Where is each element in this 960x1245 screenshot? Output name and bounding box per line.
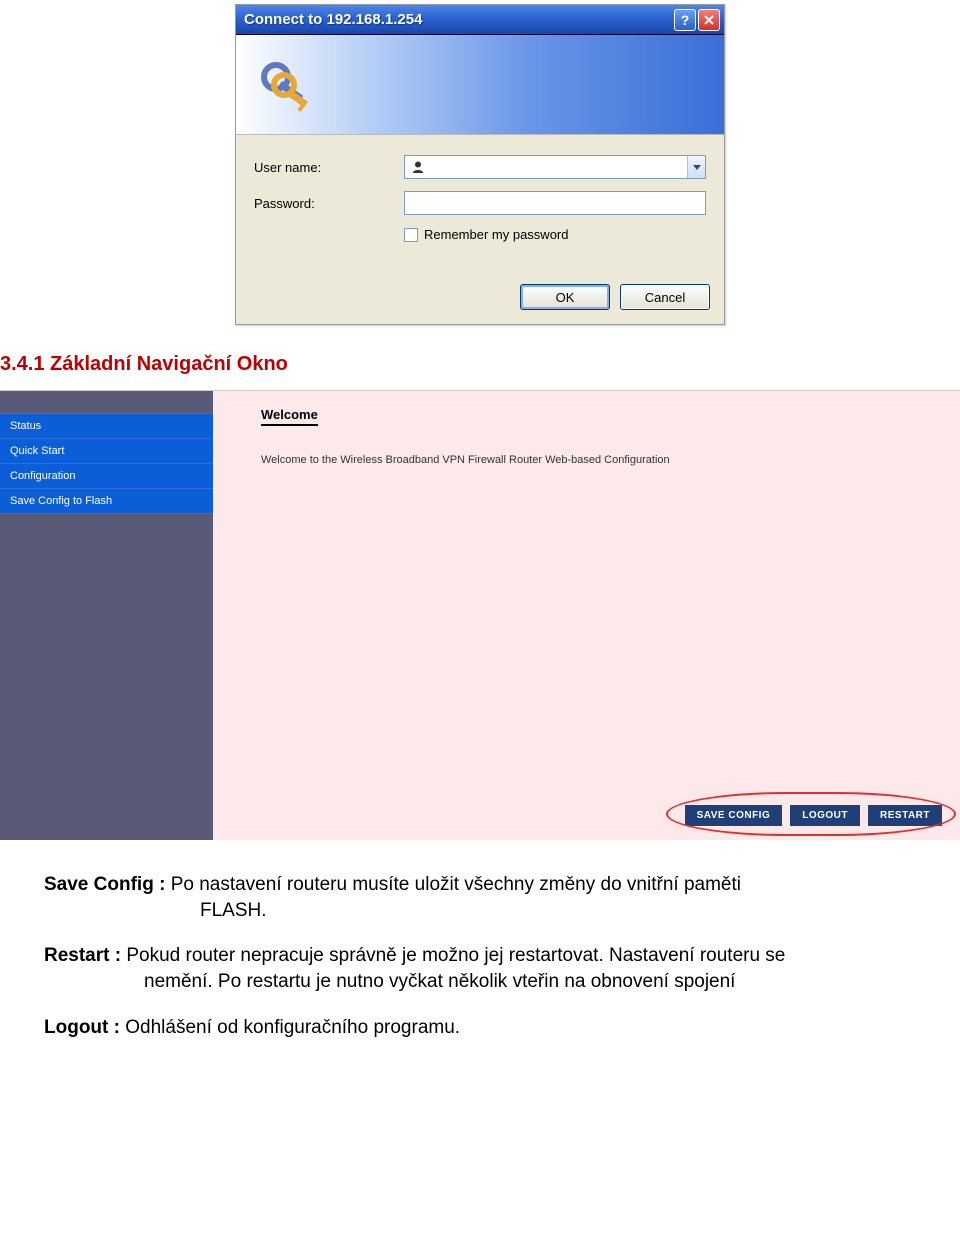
page-title: Welcome xyxy=(261,407,318,426)
user-icon xyxy=(409,158,427,176)
auth-dialog: Connect to 192.168.1.254 ? User name: xyxy=(235,4,725,325)
nav-item-quickstart[interactable]: Quick Start xyxy=(0,439,213,464)
close-button[interactable] xyxy=(698,9,720,31)
help-button[interactable]: ? xyxy=(674,9,696,31)
bottom-buttons: SAVE CONFIG LOGOUT RESTART xyxy=(685,805,942,826)
logout-label: Logout : xyxy=(44,1017,120,1038)
keys-icon xyxy=(256,55,316,115)
sidebar: Status Quick Start Configuration Save Co… xyxy=(0,391,213,840)
nav-item-configuration[interactable]: Configuration xyxy=(0,464,213,489)
close-icon xyxy=(703,14,715,26)
nav-item-saveconfig[interactable]: Save Config to Flash xyxy=(0,489,213,514)
nav-item-status[interactable]: Status xyxy=(0,413,213,439)
chevron-down-icon[interactable] xyxy=(687,156,705,178)
dialog-title: Connect to 192.168.1.254 xyxy=(244,11,672,28)
page-subtitle: Welcome to the Wireless Broadband VPN Fi… xyxy=(261,454,960,466)
save-config-button[interactable]: SAVE CONFIG xyxy=(685,805,783,826)
username-combo[interactable] xyxy=(404,155,706,179)
titlebar: Connect to 192.168.1.254 ? xyxy=(236,5,724,35)
logout-button[interactable]: LOGOUT xyxy=(790,805,860,826)
save-config-label: Save Config : xyxy=(44,874,165,895)
section-heading: 3.4.1 Základní Navigační Okno xyxy=(0,353,960,376)
remember-label: Remember my password xyxy=(424,227,569,242)
body-paragraphs: Save Config : Po nastavení routeru musít… xyxy=(0,840,960,1090)
save-config-text-2: FLASH. xyxy=(44,898,960,924)
logout-text: Odhlášení od konfiguračního programu. xyxy=(125,1017,460,1038)
password-label: Password: xyxy=(254,196,404,211)
router-panel: Status Quick Start Configuration Save Co… xyxy=(0,390,960,840)
ok-button[interactable]: OK xyxy=(520,284,610,310)
nav: Status Quick Start Configuration Save Co… xyxy=(0,413,213,514)
username-label: User name: xyxy=(254,160,404,175)
dialog-banner xyxy=(236,35,724,135)
restart-label: Restart : xyxy=(44,945,121,966)
restart-text-1: Pokud router nepracuje správně je možno … xyxy=(126,945,785,966)
cancel-button[interactable]: Cancel xyxy=(620,284,710,310)
restart-button[interactable]: RESTART xyxy=(868,805,942,826)
remember-checkbox[interactable] xyxy=(404,228,418,242)
password-field[interactable] xyxy=(404,191,706,215)
save-config-text-1: Po nastavení routeru musíte uložit všech… xyxy=(171,874,741,895)
restart-text-2: nemění. Po restartu je nutno vyčkat něko… xyxy=(44,969,960,995)
main-area: Welcome Welcome to the Wireless Broadban… xyxy=(213,391,960,840)
